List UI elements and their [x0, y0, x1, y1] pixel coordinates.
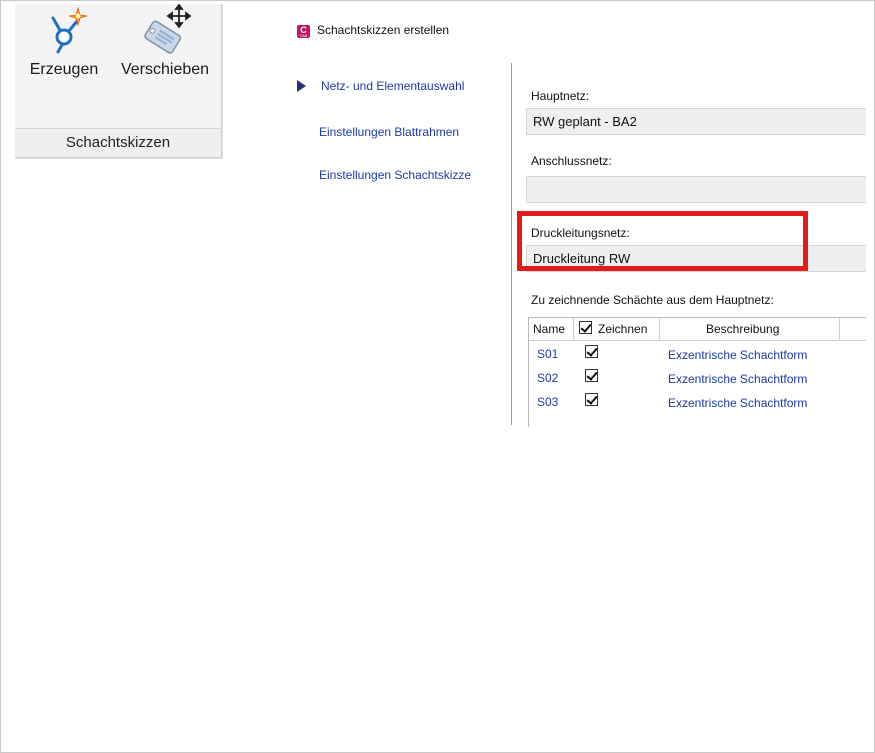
create-button-label: Erzeugen: [29, 61, 99, 78]
create-button[interactable]: Erzeugen: [21, 4, 107, 126]
row-draw-checkbox[interactable]: [585, 393, 598, 406]
nav-item-netz-elementauswahl[interactable]: Netz- und Elementauswahl: [321, 79, 464, 93]
manholes-table: Name Zeichnen Beschreibung S01 Exzentris…: [528, 317, 866, 427]
column-divider: [659, 318, 660, 340]
create-sketch-icon: [51, 6, 88, 54]
table-header: Name Zeichnen Beschreibung: [529, 318, 866, 341]
row-draw-checkbox[interactable]: [585, 369, 598, 382]
active-nav-arrow-icon: [297, 80, 306, 92]
nav-item-schachtskizze[interactable]: Einstellungen Schachtskizze: [319, 168, 471, 182]
ribbon-panel: Erzeugen Verschieben Schachtskizzen: [15, 4, 222, 158]
column-header-name[interactable]: Name: [533, 318, 565, 340]
move-button-label: Verschieben: [120, 61, 210, 78]
nav-item-blattrahmen[interactable]: Einstellungen Blattrahmen: [319, 125, 459, 139]
row-name: S01: [537, 347, 559, 361]
druckleitungsnetz-label: Druckleitungsnetz:: [531, 226, 630, 240]
table-row[interactable]: S03 Exzentrische Schachtform: [529, 390, 866, 414]
row-description: Exzentrische Schachtform: [668, 372, 808, 386]
row-description: Exzentrische Schachtform: [668, 348, 808, 362]
row-description: Exzentrische Schachtform: [668, 396, 808, 410]
row-draw-checkbox[interactable]: [585, 345, 598, 358]
column-header-draw[interactable]: Zeichnen: [598, 318, 647, 340]
row-name: S03: [537, 395, 559, 409]
column-divider: [573, 318, 574, 340]
window-frame: Erzeugen Verschieben Schachtskizzen C Ci…: [0, 0, 875, 753]
select-all-checkbox[interactable]: [579, 321, 592, 334]
row-name: S02: [537, 371, 559, 385]
table-row[interactable]: S02 Exzentrische Schachtform: [529, 366, 866, 390]
table-row[interactable]: S01 Exzentrische Schachtform: [529, 342, 866, 366]
druckleitungsnetz-select[interactable]: Druckleitung RW: [526, 245, 866, 272]
dialog-title: Schachtskizzen erstellen: [317, 23, 450, 37]
hauptnetz-select[interactable]: RW geplant - BA2: [526, 108, 866, 135]
move-tag-icon: [144, 4, 192, 54]
app-icon: C Civil: [297, 25, 310, 38]
ribbon-group-label: Schachtskizzen: [15, 128, 221, 157]
hauptnetz-label: Hauptnetz:: [531, 89, 590, 103]
column-divider: [839, 318, 840, 340]
anschlussnetz-select[interactable]: [526, 176, 866, 203]
table-caption: Zu zeichnende Schächte aus dem Hauptnetz…: [531, 293, 774, 307]
move-button[interactable]: Verschieben: [115, 4, 215, 126]
panel-divider: [511, 63, 512, 425]
column-header-description[interactable]: Beschreibung: [706, 318, 779, 340]
anschlussnetz-label: Anschlussnetz:: [531, 154, 612, 168]
